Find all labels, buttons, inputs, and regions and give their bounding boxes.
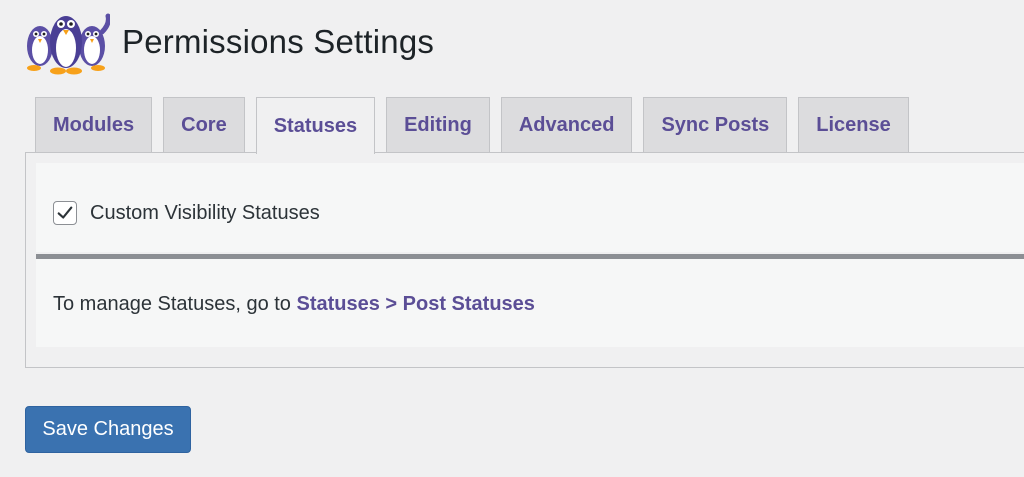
page-title: Permissions Settings (122, 23, 435, 60)
custom-visibility-checkbox[interactable] (53, 201, 77, 225)
tab-statuses[interactable]: Statuses (255, 97, 376, 154)
tab-editing[interactable]: Editing (386, 97, 490, 153)
penguins-logo-icon (27, 13, 110, 75)
manage-statuses-text: To manage Statuses, go to Statuses > Pos… (53, 293, 535, 316)
tab-sync-posts[interactable]: Sync Posts (643, 97, 788, 153)
tab-license[interactable]: License (798, 97, 909, 153)
visibility-section: Custom Visibility Statuses (36, 163, 1024, 252)
settings-panel: Custom Visibility Statuses To manage Sta… (25, 152, 1024, 368)
custom-visibility-row: Custom Visibility Statuses (53, 201, 320, 225)
tab-modules[interactable]: Modules (35, 97, 153, 153)
checkmark-icon (57, 206, 73, 219)
manage-section: To manage Statuses, go to Statuses > Pos… (36, 259, 1024, 347)
manage-text: To manage Statuses, go to (53, 293, 297, 315)
save-changes-button[interactable]: Save Changes (25, 406, 191, 453)
custom-visibility-label: Custom Visibility Statuses (90, 201, 320, 224)
settings-tabs: Modules Core Statuses Editing Advanced S… (35, 97, 920, 154)
post-statuses-link[interactable]: Statuses > Post Statuses (297, 293, 535, 315)
tab-core[interactable]: Core (163, 97, 245, 153)
tab-advanced[interactable]: Advanced (500, 97, 633, 153)
page-header: Permissions Settings (22, 2, 434, 78)
